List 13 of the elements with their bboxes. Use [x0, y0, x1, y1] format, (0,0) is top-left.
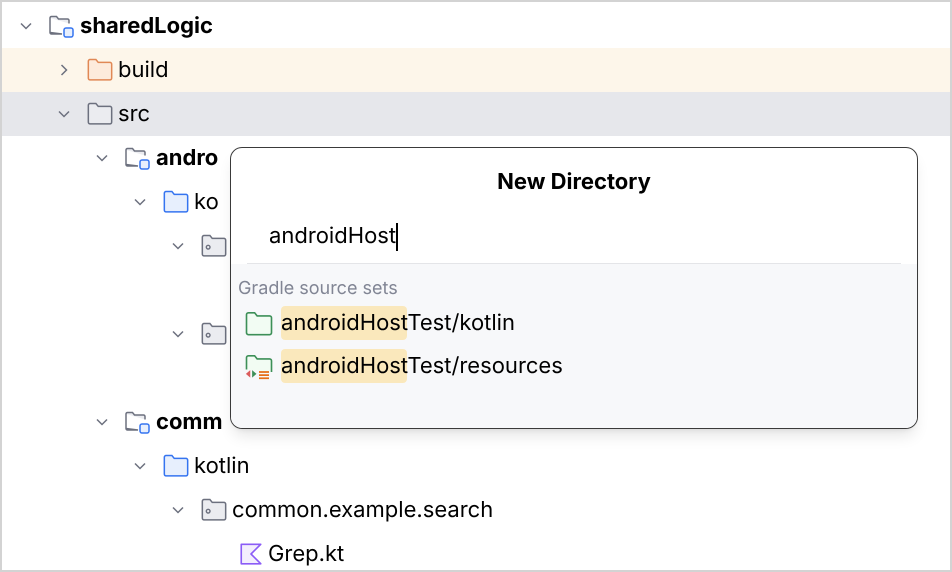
suggestion-label: androidHostTest/kotlin — [281, 307, 516, 340]
tree-label: sharedLogic — [80, 12, 213, 40]
suggestion-label: androidHostTest/resources — [281, 350, 563, 383]
tree-label: comm — [156, 408, 223, 436]
popup-title: New Directory — [496, 168, 652, 197]
tree-label: kotlin — [194, 452, 250, 480]
tree-label: Grep.kt — [268, 540, 344, 568]
tree-label: build — [118, 56, 169, 84]
tree-label: andro — [156, 144, 218, 172]
section-header: Gradle source sets — [238, 277, 399, 301]
tree-label: src — [118, 100, 150, 128]
tree-label: ko — [194, 188, 219, 216]
tree-label: common.example.search — [232, 496, 494, 524]
